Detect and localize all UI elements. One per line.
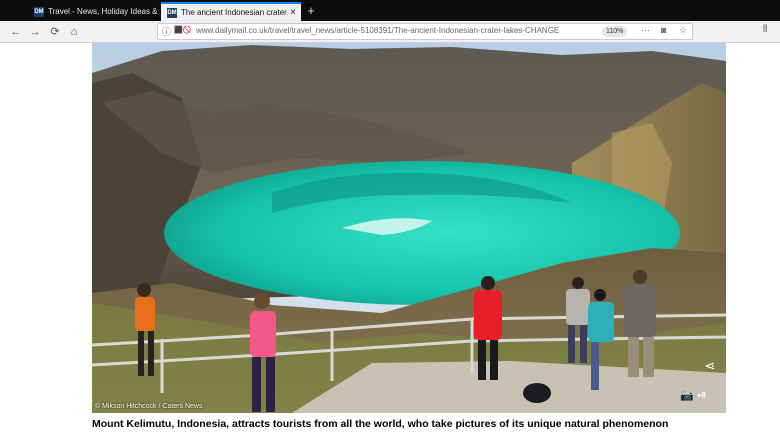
camera-icon: 📷 bbox=[680, 390, 694, 402]
share-icon[interactable]: ⋖ bbox=[700, 356, 720, 376]
close-tab-icon[interactable]: × bbox=[287, 7, 299, 18]
page-actions-icon[interactable]: ··· bbox=[641, 25, 650, 35]
pocket-icon[interactable]: ◙ bbox=[661, 25, 666, 35]
tab-title: The ancient Indonesian crater bbox=[181, 8, 287, 17]
url-text[interactable]: www.dailymail.co.uk/travel/travel_news/a… bbox=[196, 26, 580, 35]
tab-ancient-crater-article[interactable]: DM The ancient Indonesian crater × bbox=[161, 2, 301, 21]
tab-title: Travel - News, Holiday Ideas & bbox=[48, 7, 158, 16]
gallery-button[interactable]: 📷 +8 bbox=[680, 389, 706, 402]
library-icon[interactable]: ⫴ bbox=[763, 24, 767, 35]
kelimutu-crater-photo bbox=[92, 43, 726, 413]
home-button[interactable]: ⌂ bbox=[66, 24, 82, 40]
dailymail-favicon-icon: DM bbox=[167, 7, 177, 18]
permissions-icon[interactable]: ⬛🚫 bbox=[174, 26, 191, 34]
navigation-toolbar: ← → ⟳ ⌂ ⓘ ⬛🚫 www.dailymail.co.uk/travel/… bbox=[0, 21, 780, 43]
site-info-icon[interactable]: ⓘ bbox=[162, 25, 171, 38]
forward-button[interactable]: → bbox=[27, 24, 43, 40]
dailymail-favicon-icon: DM bbox=[34, 6, 44, 17]
address-bar[interactable]: ⓘ ⬛🚫 www.dailymail.co.uk/travel/travel_n… bbox=[157, 23, 693, 40]
tab-travel-news[interactable]: DM Travel - News, Holiday Ideas & bbox=[28, 2, 161, 21]
photo-caption: Mount Kelimutu, Indonesia, attracts tour… bbox=[92, 418, 669, 430]
article-photo[interactable] bbox=[92, 43, 726, 413]
back-button[interactable]: ← bbox=[8, 24, 24, 40]
zoom-level-badge[interactable]: 110% bbox=[602, 26, 628, 37]
photo-count: +8 bbox=[696, 391, 706, 400]
reload-button[interactable]: ⟳ bbox=[47, 24, 63, 40]
bookmark-star-icon[interactable]: ☆ bbox=[679, 25, 687, 36]
image-credit: © Mikson Hitchcock / Caters News bbox=[95, 403, 203, 410]
new-tab-button[interactable]: + bbox=[304, 3, 318, 19]
tab-strip: DM Travel - News, Holiday Ideas & DM The… bbox=[0, 0, 780, 21]
